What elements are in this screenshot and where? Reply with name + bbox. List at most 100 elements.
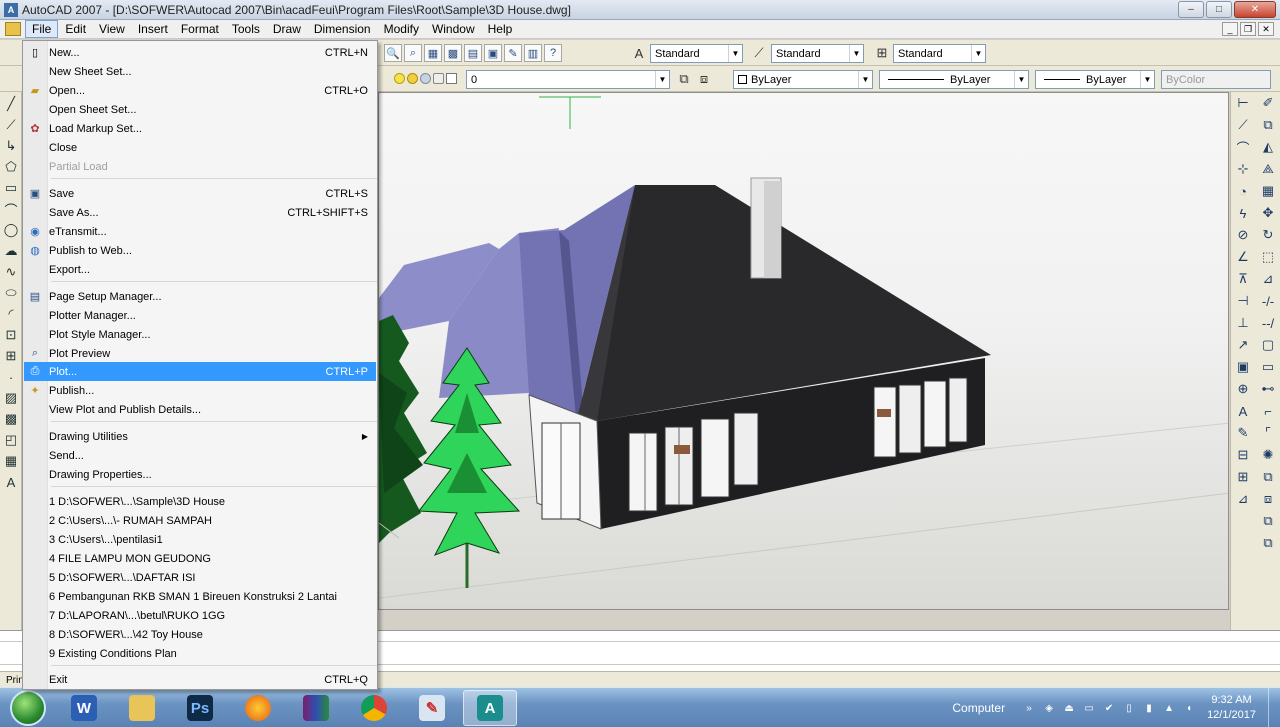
angular-dimension-icon[interactable]: ∠	[1232, 247, 1254, 267]
linear-dimension-icon[interactable]: ⊢	[1232, 93, 1254, 113]
circle-icon[interactable]: ◯	[2, 221, 20, 239]
maximize-button[interactable]: □	[1206, 1, 1232, 18]
layers-icon[interactable]: ⧉	[1257, 467, 1279, 487]
menu-item-open[interactable]: ▰ Open... CTRL+O	[24, 81, 376, 100]
firefox-taskbar-button[interactable]	[231, 690, 285, 726]
radius-dimension-icon[interactable]: ◔	[1232, 181, 1254, 201]
tolerance-icon[interactable]: ▣	[1232, 357, 1254, 377]
menu-dimension[interactable]: Dimension	[308, 21, 377, 37]
gradient-icon[interactable]: ▩	[2, 410, 20, 428]
color-select[interactable]: ByLayer ▼	[733, 70, 873, 89]
recent-file-5[interactable]: 5 D:\SOFWER\...\DAFTAR ISI	[24, 568, 376, 587]
recent-file-2[interactable]: 2 C:\Users\...\- RUMAH SAMPAH	[24, 511, 376, 530]
spline-icon[interactable]: ∿	[2, 263, 20, 281]
menu-item-page-setup-manager[interactable]: ▤ Page Setup Manager...	[24, 287, 376, 306]
ellipse-icon[interactable]: ⬭	[2, 284, 20, 302]
line-tool-icon[interactable]: ╱	[2, 95, 20, 113]
menu-edit[interactable]: Edit	[59, 21, 92, 37]
menu-window[interactable]: Window	[426, 21, 481, 37]
explorer-taskbar-button[interactable]	[115, 690, 169, 726]
clock[interactable]: 9:32 AM 12/1/2017	[1207, 693, 1256, 723]
menu-item-save[interactable]: ▣ Save CTRL+S	[24, 184, 376, 203]
baseline-dimension-icon[interactable]: ⊣	[1232, 291, 1254, 311]
menu-draw[interactable]: Draw	[267, 21, 307, 37]
autocad-taskbar-button[interactable]: A	[463, 690, 517, 726]
markup-icon[interactable]: ✎	[504, 44, 522, 62]
construction-line-icon[interactable]: ⟋	[2, 116, 20, 134]
rotate-icon[interactable]: ↻	[1257, 225, 1279, 245]
dimension-style-icon[interactable]: ⊞	[1232, 467, 1254, 487]
word-taskbar-button[interactable]: W	[57, 690, 111, 726]
draw-order-icon[interactable]: ⧉	[1257, 511, 1279, 531]
show-desktop-button[interactable]	[1268, 688, 1280, 727]
aligned-dimension-icon[interactable]: ⟋	[1232, 115, 1254, 135]
document-icon[interactable]	[5, 22, 21, 36]
move-icon[interactable]: ✥	[1257, 203, 1279, 223]
fillet-icon[interactable]: ⌜	[1257, 423, 1279, 443]
properties-icon[interactable]: ▦	[424, 44, 442, 62]
menu-item-save-as[interactable]: Save As... CTRL+SHIFT+S	[24, 203, 376, 222]
menu-format[interactable]: Format	[175, 21, 225, 37]
tool-palettes-icon[interactable]: ▤	[464, 44, 482, 62]
menu-item-plot-preview[interactable]: ⌕ Plot Preview	[24, 344, 376, 363]
calculator-icon[interactable]: ▥	[524, 44, 542, 62]
polyline-icon[interactable]: ↳	[2, 137, 20, 155]
chamfer-icon[interactable]: ⌐	[1257, 401, 1279, 421]
start-button[interactable]	[10, 690, 46, 726]
menu-item-new[interactable]: ▯ New... CTRL+N	[24, 43, 376, 62]
plot-style-select[interactable]: ByColor	[1161, 70, 1271, 89]
printer-icon[interactable]: ▭	[1082, 701, 1096, 715]
center-mark-icon[interactable]: ⊕	[1232, 379, 1254, 399]
network-icon[interactable]: ▮	[1142, 701, 1156, 715]
design-center-icon[interactable]: ▩	[444, 44, 462, 62]
menu-tools[interactable]: Tools	[226, 21, 266, 37]
join-icon[interactable]: ⊷	[1257, 379, 1279, 399]
chevron-right-icon[interactable]: »	[1022, 701, 1036, 715]
mirror-icon[interactable]: ◭	[1257, 137, 1279, 157]
menu-item-etransmit[interactable]: ◉ eTransmit...	[24, 222, 376, 241]
dim-style-select[interactable]: Standard ▼	[771, 44, 864, 63]
multiline-text-icon[interactable]: A	[2, 473, 20, 491]
stretch-icon[interactable]: ⊿	[1257, 269, 1279, 289]
menu-item-open-sheet-set[interactable]: Open Sheet Set...	[24, 100, 376, 119]
dimension-toolbar-end-icon[interactable]: ⊿	[1232, 489, 1254, 509]
break-icon[interactable]: ▭	[1257, 357, 1279, 377]
chrome-taskbar-button[interactable]	[347, 690, 401, 726]
dimension-edit-icon[interactable]: A	[1232, 401, 1254, 421]
sheet-set-icon[interactable]: ▣	[484, 44, 502, 62]
explode-icon[interactable]: ✺	[1257, 445, 1279, 465]
diameter-dimension-icon[interactable]: ⊘	[1232, 225, 1254, 245]
minimize-button[interactable]: –	[1178, 1, 1204, 18]
linetype-select[interactable]: ByLayer ▼	[879, 70, 1029, 89]
dimension-update-icon[interactable]: ⊟	[1232, 445, 1254, 465]
menu-item-plot[interactable]: ⎙ Plot... CTRL+P	[24, 362, 376, 381]
text-style-select[interactable]: Standard ▼	[650, 44, 743, 63]
quick-dimension-icon[interactable]: ⊼	[1232, 269, 1254, 289]
arc-icon[interactable]: ⌒	[2, 200, 20, 218]
menu-item-drawing-utilities[interactable]: Drawing Utilities ▶	[24, 427, 376, 446]
menu-item-drawing-properties[interactable]: Drawing Properties...	[24, 465, 376, 484]
menu-item-close[interactable]: Close	[24, 138, 376, 157]
point-icon[interactable]: ·	[2, 368, 20, 386]
group-icon[interactable]: ⧉	[1257, 533, 1279, 553]
ordinate-dimension-icon[interactable]: ⊹	[1232, 159, 1254, 179]
recent-file-9[interactable]: 9 Existing Conditions Plan	[24, 644, 376, 663]
close-button[interactable]: ✕	[1234, 1, 1276, 18]
menu-insert[interactable]: Insert	[132, 21, 174, 37]
layer-previous-icon[interactable]: ⧈	[695, 70, 713, 88]
array-icon[interactable]: ▦	[1257, 181, 1279, 201]
menu-item-new-sheet-set[interactable]: New Sheet Set...	[24, 62, 376, 81]
menu-item-send[interactable]: Send...	[24, 446, 376, 465]
menu-item-load-markup-set[interactable]: ✿ Load Markup Set...	[24, 119, 376, 138]
menu-help[interactable]: Help	[482, 21, 519, 37]
jogged-dimension-icon[interactable]: ϟ	[1232, 203, 1254, 223]
dimension-text-edit-icon[interactable]: ✎	[1232, 423, 1254, 443]
menu-item-publish[interactable]: ✦ Publish...	[24, 381, 376, 400]
revision-cloud-icon[interactable]: ☁	[2, 242, 20, 260]
computer-toolbar-label[interactable]: Computer	[952, 701, 1005, 715]
hatch-icon[interactable]: ▨	[2, 389, 20, 407]
paint-taskbar-button[interactable]: ✎	[405, 690, 459, 726]
zoom-previous-icon[interactable]: ⌕	[404, 44, 422, 62]
recent-file-3[interactable]: 3 C:\Users\...\pentilasi1	[24, 530, 376, 549]
arc-length-icon[interactable]: ⌒	[1232, 137, 1254, 157]
